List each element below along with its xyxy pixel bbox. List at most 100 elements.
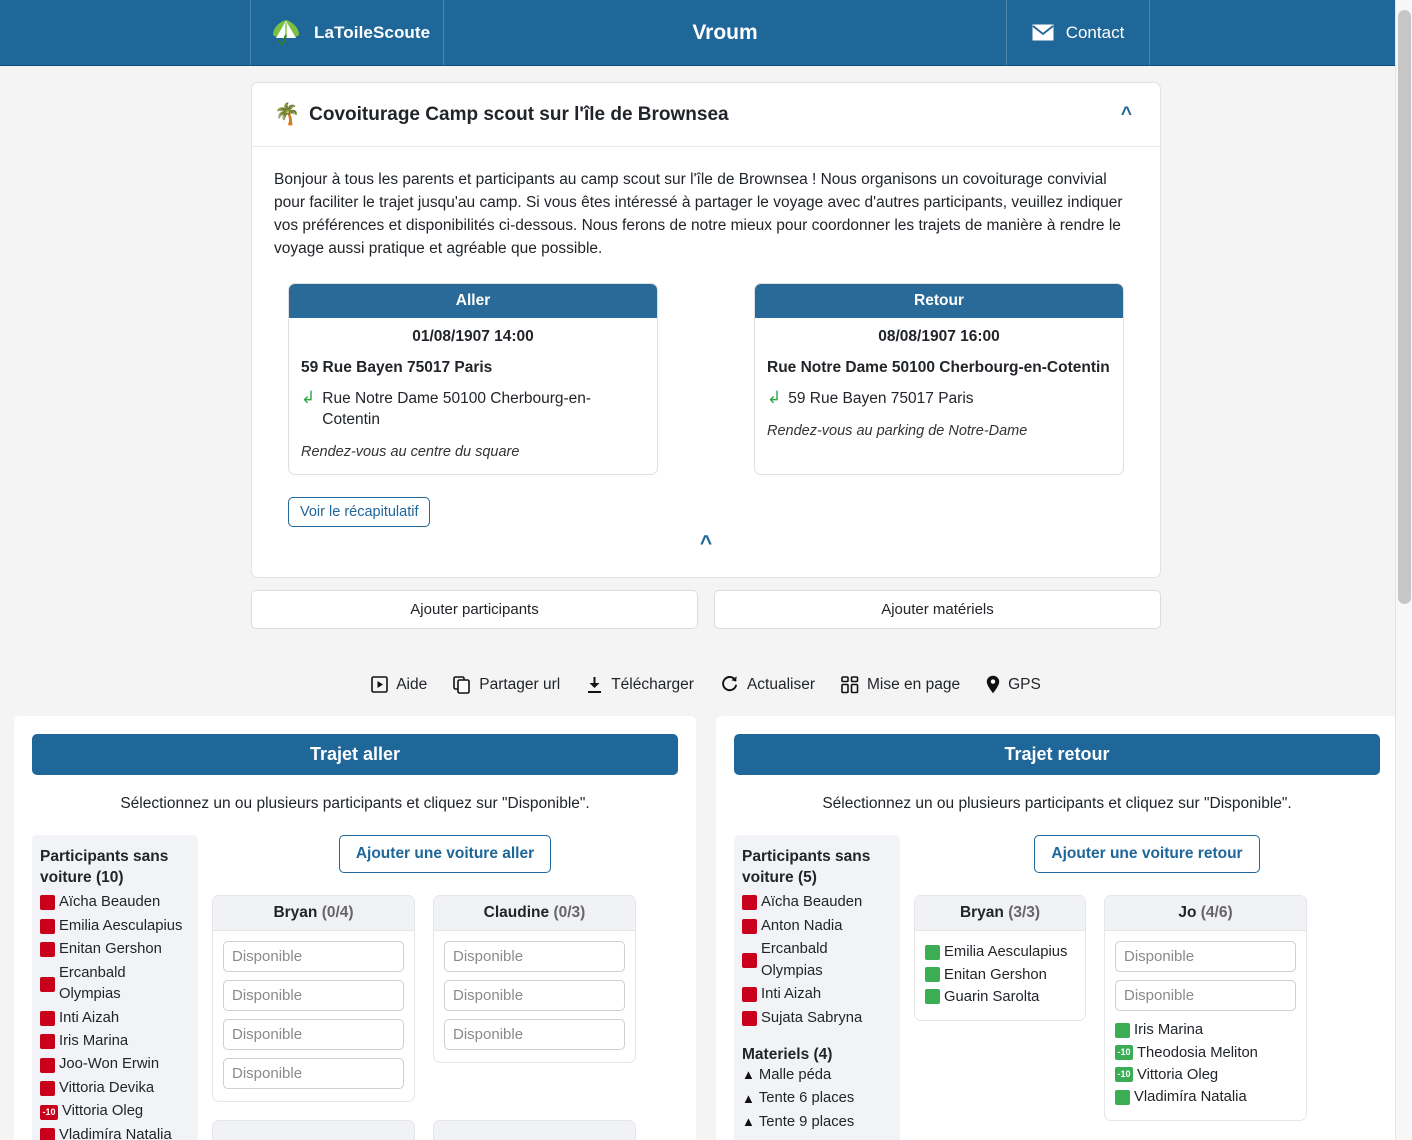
list-item[interactable]: ▲Malle péda: [742, 1064, 892, 1087]
car-header[interactable]: Bryan (3/3): [915, 896, 1085, 931]
participant-name: Joo-Won Erwin: [59, 1054, 159, 1075]
list-item[interactable]: Vladimíra Natalia: [40, 1124, 190, 1140]
list-item[interactable]: Enitan Gershon: [925, 964, 1075, 986]
green-square-icon: [925, 945, 940, 960]
available-slot[interactable]: Disponible: [223, 941, 404, 972]
available-slot[interactable]: Disponible: [223, 980, 404, 1011]
panel-aller-hint: Sélectionnez un ou plusieurs participant…: [24, 795, 686, 813]
participant-name: Vittoria Oleg: [1137, 1064, 1218, 1086]
red-square-icon: [40, 977, 55, 992]
trip-aller-note: Rendez-vous au centre du square: [301, 444, 645, 460]
available-slot[interactable]: Disponible: [1115, 980, 1296, 1011]
panel-retour-header[interactable]: Trajet retour: [734, 734, 1380, 775]
car-header[interactable]: Claudine (0/3): [434, 896, 635, 931]
trajet-panels: Trajet aller Sélectionnez un ou plusieur…: [0, 716, 1412, 1140]
chevron-up-icon[interactable]: ^: [1115, 103, 1138, 126]
car-card: Bryan (3/3) Emilia Aesculapius Enitan Ge…: [914, 895, 1086, 1021]
available-slot[interactable]: Disponible: [444, 941, 625, 972]
list-item[interactable]: Joo-Won Erwin: [40, 1053, 190, 1076]
trip-retour-destination-row: ↲ 59 Rue Bayen 75017 Paris: [767, 388, 1111, 409]
list-item[interactable]: Iris Marina: [1115, 1019, 1296, 1041]
red-square-icon: [40, 1011, 55, 1026]
help-action[interactable]: Aide: [371, 676, 427, 694]
top-navbar: LaToileScoute Vroum Contact: [0, 0, 1412, 66]
list-item[interactable]: Iris Marina: [40, 1030, 190, 1053]
car-occupants: Iris Marina -10Theodosia Meliton -10Vitt…: [1115, 1019, 1296, 1108]
layout-action[interactable]: Mise en page: [841, 676, 960, 694]
car-driver-name: Bryan: [273, 904, 317, 921]
brand-link[interactable]: LaToileScoute: [250, 0, 444, 65]
participant-name: Vladimíra Natalia: [1134, 1086, 1247, 1108]
retour-materials-title: Materiels (4): [742, 1046, 892, 1064]
list-item[interactable]: Vladimíra Natalia: [1115, 1086, 1296, 1108]
trip-aller-origin: 59 Rue Bayen 75017 Paris: [301, 358, 645, 379]
list-item[interactable]: ▲Tente 6 places: [742, 1087, 892, 1110]
list-item[interactable]: Emilia Aesculapius: [40, 915, 190, 938]
scrollbar-thumb[interactable]: [1398, 10, 1411, 604]
available-slot[interactable]: Disponible: [223, 1058, 404, 1089]
available-slot[interactable]: Disponible: [444, 980, 625, 1011]
list-item[interactable]: Emilia Aesculapius: [925, 941, 1075, 963]
list-item[interactable]: Inti Aizah: [742, 983, 892, 1006]
list-item[interactable]: Ercanbald Olympias: [742, 938, 892, 983]
participant-name: Inti Aizah: [59, 1008, 119, 1029]
available-slot[interactable]: Disponible: [223, 1019, 404, 1050]
list-item[interactable]: Enitan Gershon: [40, 938, 190, 961]
car-card: Bryan (0/4) Disponible Disponible Dispon…: [212, 895, 415, 1102]
refresh-action[interactable]: Actualiser: [720, 675, 815, 694]
panel-aller-header[interactable]: Trajet aller: [32, 734, 678, 775]
list-item[interactable]: ▲Tente 9 places: [742, 1111, 892, 1134]
car-driver-name: Bryan: [960, 904, 1004, 921]
chevron-up-icon[interactable]: ^: [694, 530, 718, 557]
download-action[interactable]: Télécharger: [586, 676, 694, 694]
available-slot[interactable]: Disponible: [1115, 941, 1296, 972]
aller-participants-without-car: Participants sans voiture (10) Aïcha Bea…: [32, 835, 198, 1140]
red-square-icon: [40, 919, 55, 934]
add-participants-button[interactable]: Ajouter participants: [251, 590, 698, 629]
car-occupants: Emilia Aesculapius Enitan Gershon Guarin…: [925, 941, 1075, 1008]
trip-aller-destination: Rue Notre Dame 50100 Cherbourg-en-Cotent…: [322, 388, 645, 431]
add-car-aller-button[interactable]: Ajouter une voiture aller: [339, 835, 551, 873]
panel-trajet-aller: Trajet aller Sélectionnez un ou plusieur…: [14, 716, 696, 1140]
action-toolbar: Aide Partager url Télécharger Actualiser…: [0, 675, 1412, 716]
list-item[interactable]: Inti Aizah: [40, 1007, 190, 1030]
car-body: Disponible Disponible Disponible Disponi…: [213, 931, 414, 1101]
list-item[interactable]: Anton Nadia: [742, 915, 892, 938]
list-item[interactable]: Sujata Sabryna: [742, 1007, 892, 1030]
list-item[interactable]: Aïcha Beauden: [40, 891, 190, 914]
panel-aller-columns: Participants sans voiture (10) Aïcha Bea…: [24, 835, 686, 1140]
panel-retour-columns: Participants sans voiture (5) Aïcha Beau…: [726, 835, 1388, 1140]
green-square-icon: [925, 989, 940, 1004]
car-header[interactable]: [434, 1121, 635, 1140]
participant-name: Emilia Aesculapius: [59, 916, 182, 937]
list-item[interactable]: Ercanbald Olympias: [40, 962, 190, 1007]
participant-name: Iris Marina: [1134, 1019, 1203, 1041]
add-materials-button[interactable]: Ajouter matériels: [714, 590, 1161, 629]
trip-retour-header: Retour: [755, 284, 1123, 318]
available-slot[interactable]: Disponible: [444, 1019, 625, 1050]
list-item[interactable]: -10Vittoria Oleg: [40, 1100, 190, 1123]
list-item[interactable]: -10Theodosia Meliton: [1115, 1042, 1296, 1064]
list-item[interactable]: Guarin Sarolta: [925, 986, 1075, 1008]
contact-link[interactable]: Contact: [1006, 0, 1150, 65]
share-url-action[interactable]: Partager url: [453, 676, 560, 694]
add-car-retour-button[interactable]: Ajouter une voiture retour: [1034, 835, 1259, 873]
carpool-card-header: 🌴 Covoiturage Camp scout sur l'île de Br…: [252, 83, 1160, 147]
car-header[interactable]: Bryan (0/4): [213, 896, 414, 931]
trip-card-aller: Aller 01/08/1907 14:00 59 Rue Bayen 7501…: [288, 283, 658, 476]
list-item[interactable]: Vittoria Devika: [40, 1077, 190, 1100]
list-item[interactable]: -10Vittoria Oleg: [1115, 1064, 1296, 1086]
refresh-label: Actualiser: [747, 676, 815, 694]
trip-row: Aller 01/08/1907 14:00 59 Rue Bayen 7501…: [274, 283, 1138, 476]
carpool-intro-text: Bonjour à tous les parents et participan…: [274, 169, 1138, 261]
share-url-label: Partager url: [479, 676, 560, 694]
car-header[interactable]: [213, 1121, 414, 1140]
vertical-scrollbar[interactable]: [1395, 0, 1412, 1140]
location-pin-icon: [986, 675, 1000, 694]
layout-label: Mise en page: [867, 676, 960, 694]
car-header[interactable]: Jo (4/6): [1105, 896, 1306, 931]
list-item[interactable]: Aïcha Beauden: [742, 891, 892, 914]
red-square-icon: [742, 953, 757, 968]
view-summary-button[interactable]: Voir le récapitulatif: [288, 497, 430, 527]
gps-action[interactable]: GPS: [986, 675, 1041, 694]
